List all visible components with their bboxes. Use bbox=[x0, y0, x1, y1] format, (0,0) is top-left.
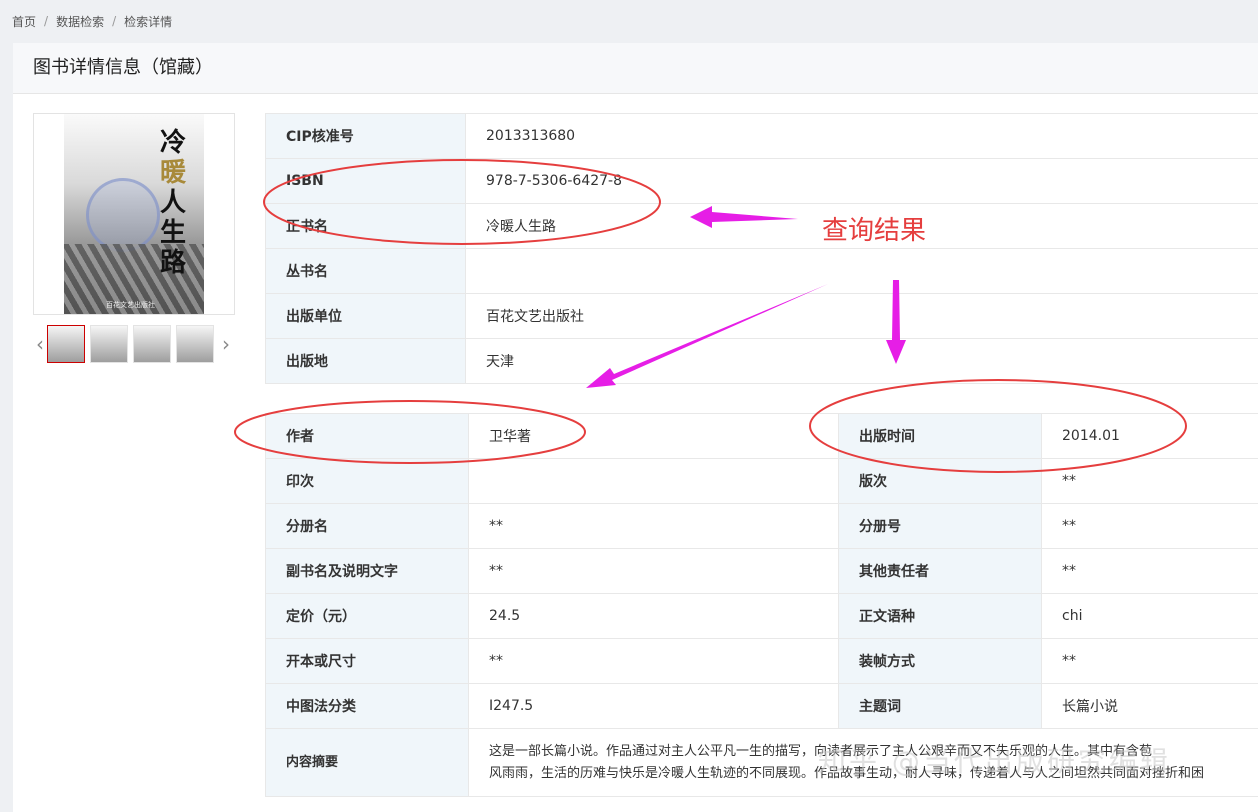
cover-publisher: 百花文艺出版社 bbox=[106, 301, 155, 309]
info-row: 定价（元） 24.5 正文语种 chi bbox=[265, 593, 1258, 639]
field-label: 副书名及说明文字 bbox=[265, 548, 469, 594]
field-label: 分册号 bbox=[838, 503, 1042, 549]
field-label: CIP核准号 bbox=[265, 113, 466, 159]
chevron-left-icon[interactable]: ‹ bbox=[33, 324, 47, 364]
field-value: 2013313680 bbox=[465, 113, 1258, 159]
field-label: 内容摘要 bbox=[265, 728, 469, 797]
field-value: ** bbox=[468, 548, 839, 594]
cover-title-char: 生 bbox=[160, 218, 187, 248]
field-value: ** bbox=[1041, 638, 1258, 684]
field-value: I247.5 bbox=[468, 683, 839, 729]
field-label: 装帧方式 bbox=[838, 638, 1042, 684]
thumbnail[interactable] bbox=[47, 325, 85, 363]
field-label: 出版单位 bbox=[265, 293, 466, 339]
info-row: 出版地 天津 bbox=[265, 338, 1258, 384]
thumbnail-strip: ‹ › bbox=[33, 324, 238, 364]
field-label: 其他责任者 bbox=[838, 548, 1042, 594]
info-row: 副书名及说明文字 ** 其他责任者 ** bbox=[265, 548, 1258, 594]
cover-title: 冷 暖 人 生 路 bbox=[160, 128, 187, 278]
field-value: chi bbox=[1041, 593, 1258, 639]
breadcrumb-home[interactable]: 首页 bbox=[12, 13, 36, 30]
field-label: 出版地 bbox=[265, 338, 466, 384]
thumbnail[interactable] bbox=[133, 325, 171, 363]
field-label: 印次 bbox=[265, 458, 469, 504]
field-value: 978-7-5306-6427-8 bbox=[465, 158, 1258, 204]
breadcrumb: 首页 / 数据检索 / 检索详情 bbox=[12, 12, 172, 30]
field-value: ** bbox=[1041, 458, 1258, 504]
cover-title-char: 暖 bbox=[160, 158, 187, 188]
field-value: 百花文艺出版社 bbox=[465, 293, 1258, 339]
field-value bbox=[465, 248, 1258, 294]
info-row: ISBN 978-7-5306-6427-8 bbox=[265, 158, 1258, 204]
annotation-callout: 查询结果 bbox=[822, 216, 927, 246]
info-row: 中图法分类 I247.5 主题词 长篇小说 bbox=[265, 683, 1258, 729]
info-row: 开本或尺寸 ** 装帧方式 ** bbox=[265, 638, 1258, 684]
field-label: 作者 bbox=[265, 413, 469, 459]
info-row: CIP核准号 2013313680 bbox=[265, 113, 1258, 159]
field-value: ** bbox=[1041, 548, 1258, 594]
field-label: 丛书名 bbox=[265, 248, 466, 294]
field-label: 分册名 bbox=[265, 503, 469, 549]
breadcrumb-current: 检索详情 bbox=[124, 14, 173, 29]
breadcrumb-separator: / bbox=[44, 14, 49, 28]
field-value: ** bbox=[468, 638, 839, 684]
field-label: 定价（元） bbox=[265, 593, 469, 639]
info-row: 印次 版次 ** bbox=[265, 458, 1258, 504]
field-value: 24.5 bbox=[468, 593, 839, 639]
info-row: 正书名 冷暖人生路 bbox=[265, 203, 1258, 249]
field-label: 出版时间 bbox=[838, 413, 1042, 459]
cover-seal bbox=[86, 178, 160, 252]
info-row: 分册名 ** 分册号 ** bbox=[265, 503, 1258, 549]
field-label: 正书名 bbox=[265, 203, 466, 249]
info-row: 出版单位 百花文艺出版社 bbox=[265, 293, 1258, 339]
field-value: 长篇小说 bbox=[1041, 683, 1258, 729]
field-label: 主题词 bbox=[838, 683, 1042, 729]
breadcrumb-separator: / bbox=[112, 14, 117, 28]
thumbnail[interactable] bbox=[90, 325, 128, 363]
book-cover-frame: 冷 暖 人 生 路 百花文艺出版社 bbox=[33, 113, 235, 315]
cover-title-char: 路 bbox=[160, 248, 187, 278]
field-label: 中图法分类 bbox=[265, 683, 469, 729]
book-detail-panel: 图书详情信息（馆藏） 冷 暖 人 生 路 百花文艺出版社 ‹ › CIP核准号 2… bbox=[13, 43, 1258, 812]
panel-title: 图书详情信息（馆藏） bbox=[13, 43, 1258, 94]
info-row: 作者 卫华著 出版时间 2014.01 bbox=[265, 413, 1258, 459]
watermark: 知乎 @当代出版研究编辑 bbox=[818, 745, 1171, 778]
field-value: ** bbox=[468, 503, 839, 549]
info-row: 丛书名 bbox=[265, 248, 1258, 294]
field-label: ISBN bbox=[265, 158, 466, 204]
cover-title-char: 冷 bbox=[160, 128, 187, 158]
book-cover-image: 冷 暖 人 生 路 百花文艺出版社 bbox=[64, 114, 204, 314]
breadcrumb-data-search[interactable]: 数据检索 bbox=[56, 13, 104, 30]
field-value: 卫华著 bbox=[468, 413, 839, 459]
field-value: 2014.01 bbox=[1041, 413, 1258, 459]
field-value bbox=[468, 458, 839, 504]
field-label: 正文语种 bbox=[838, 593, 1042, 639]
field-value: ** bbox=[1041, 503, 1258, 549]
basic-info-table: CIP核准号 2013313680 ISBN 978-7-5306-6427-8 正书名… bbox=[265, 113, 1258, 384]
field-value: 天津 bbox=[465, 338, 1258, 384]
chevron-right-icon[interactable]: › bbox=[219, 324, 233, 364]
thumbnail[interactable] bbox=[176, 325, 214, 363]
field-label: 版次 bbox=[838, 458, 1042, 504]
field-label: 开本或尺寸 bbox=[265, 638, 469, 684]
cover-title-char: 人 bbox=[160, 188, 187, 218]
